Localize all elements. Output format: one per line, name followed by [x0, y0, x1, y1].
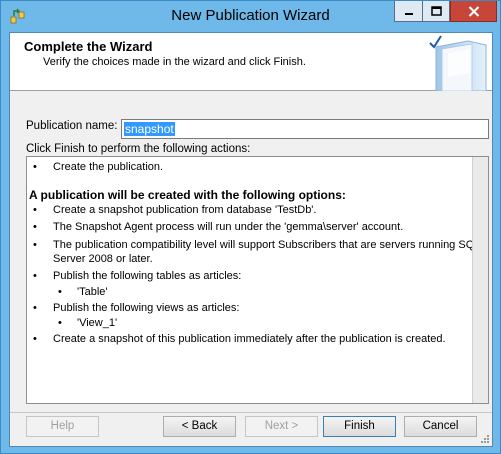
close-button[interactable] [450, 1, 497, 22]
option-snapshot-agent: The Snapshot Agent process will run unde… [53, 221, 404, 233]
publication-name-label: Publication name: [26, 120, 118, 132]
summary-content: • Create the publication. A publication … [27, 157, 480, 403]
close-icon [468, 5, 479, 17]
bullet: • [33, 302, 37, 314]
next-button[interactable]: Next > [245, 416, 318, 437]
option-create-snapshot: Create a snapshot of this publication im… [53, 333, 446, 345]
option-snapshot-publication: Create a snapshot publication from datab… [53, 204, 317, 216]
bullet: • [33, 161, 37, 173]
action-create-publication: Create the publication. [53, 161, 164, 173]
book-checkmark-icon [429, 35, 487, 91]
publication-name-input[interactable]: snapshot [121, 119, 489, 139]
wizard-window: New Publication Wizard Complete the Wiza… [0, 0, 501, 454]
bullet: • [33, 270, 37, 282]
bullet: • [33, 221, 37, 233]
bullet: • [58, 317, 62, 329]
wizard-header: Complete the Wizard Verify the choices m… [10, 33, 492, 91]
maximize-button[interactable] [422, 1, 450, 22]
cancel-button[interactable]: Cancel [404, 416, 477, 437]
summary-textbox[interactable]: • Create the publication. A publication … [26, 156, 489, 404]
bullet: • [33, 333, 37, 345]
table-article: 'Table' [77, 286, 108, 298]
finish-button[interactable]: Finish [323, 416, 396, 437]
summary-scrollbar[interactable] [472, 157, 488, 403]
minimize-button[interactable] [394, 1, 422, 22]
page-title: Complete the Wizard [24, 39, 153, 54]
maximize-icon [430, 6, 442, 16]
resize-grip-icon[interactable] [480, 434, 490, 444]
view-article: 'View_1' [77, 317, 118, 329]
option-compatibility-line2: Server 2008 or later. [53, 253, 153, 265]
back-button[interactable]: < Back [163, 416, 236, 437]
options-heading: A publication will be created with the f… [29, 188, 346, 202]
actions-label: Click Finish to perform the following ac… [26, 143, 251, 155]
minimize-icon [404, 13, 413, 15]
help-button[interactable]: Help [26, 416, 99, 437]
page-subtitle: Verify the choices made in the wizard an… [43, 56, 306, 68]
bullet: • [33, 204, 37, 216]
bullet: • [33, 239, 37, 251]
option-compatibility-line1: The publication compatibility level will… [53, 239, 481, 251]
bullet: • [58, 286, 62, 298]
button-divider [10, 412, 492, 413]
option-publish-tables: Publish the following tables as articles… [53, 270, 242, 282]
publication-name-value: snapshot [124, 122, 175, 136]
option-publish-views: Publish the following views as articles: [53, 302, 240, 314]
title-bar[interactable]: New Publication Wizard [1, 1, 500, 31]
wizard-page: Complete the Wizard Verify the choices m… [9, 32, 493, 447]
